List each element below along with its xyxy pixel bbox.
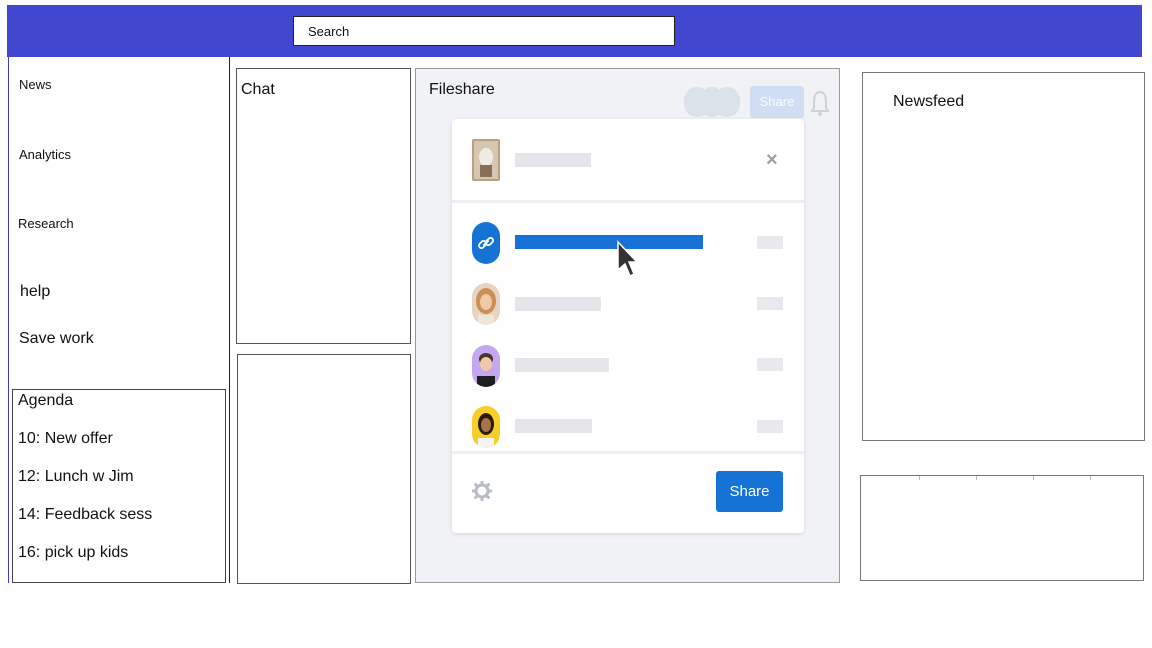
bell-icon xyxy=(811,90,829,116)
file-name-placeholder xyxy=(515,153,591,167)
share-link-bar[interactable] xyxy=(515,235,703,249)
bottom-right-panel xyxy=(860,475,1144,581)
user-name-placeholder xyxy=(515,297,601,311)
permission-placeholder[interactable] xyxy=(757,358,783,371)
permission-placeholder[interactable] xyxy=(757,236,783,249)
share-button[interactable]: Share xyxy=(716,471,783,512)
background-avatars xyxy=(684,87,740,117)
divider xyxy=(452,200,804,203)
cursor-icon xyxy=(617,240,638,278)
permission-placeholder[interactable] xyxy=(757,297,783,310)
sidebar-item-help[interactable]: help xyxy=(20,283,50,301)
file-thumbnail xyxy=(472,139,500,181)
avatar xyxy=(472,406,500,448)
avatar xyxy=(472,283,500,325)
newsfeed-panel: Newsfeed xyxy=(862,72,1145,441)
fileshare-panel: Fileshare Share × Share xyxy=(415,68,840,583)
search-box[interactable] xyxy=(293,16,675,46)
divider xyxy=(452,451,804,454)
sidebar-item-analytics[interactable]: Analytics xyxy=(19,147,71,162)
agenda-item: 10: New offer xyxy=(18,430,113,447)
sidebar-item-research[interactable]: Research xyxy=(18,216,74,231)
sidebar-item-news[interactable]: News xyxy=(19,77,52,92)
gear-icon[interactable] xyxy=(472,481,492,501)
agenda-item: 14: Feedback sess xyxy=(18,506,153,523)
agenda-item: 12: Lunch w Jim xyxy=(18,468,134,485)
user-name-placeholder xyxy=(515,358,609,372)
chat-title: Chat xyxy=(241,81,275,98)
search-input[interactable] xyxy=(294,17,674,45)
chat-panel: Chat xyxy=(236,68,411,344)
sidebar-item-save-work[interactable]: Save work xyxy=(19,330,94,348)
background-share-button: Share xyxy=(750,86,804,118)
user-name-placeholder xyxy=(515,419,592,433)
newsfeed-title: Newsfeed xyxy=(893,93,965,110)
close-icon[interactable]: × xyxy=(766,149,778,172)
share-dialog: × Share xyxy=(452,119,804,533)
chat-lower-panel xyxy=(237,354,411,584)
fileshare-title: Fileshare xyxy=(429,81,495,98)
permission-placeholder[interactable] xyxy=(757,420,783,433)
agenda-title: Agenda xyxy=(18,392,74,409)
agenda-item: 16: pick up kids xyxy=(18,544,129,561)
avatar xyxy=(472,345,500,387)
link-icon[interactable] xyxy=(472,222,500,264)
agenda-panel: Agenda 10: New offer 12: Lunch w Jim 14:… xyxy=(12,389,226,583)
